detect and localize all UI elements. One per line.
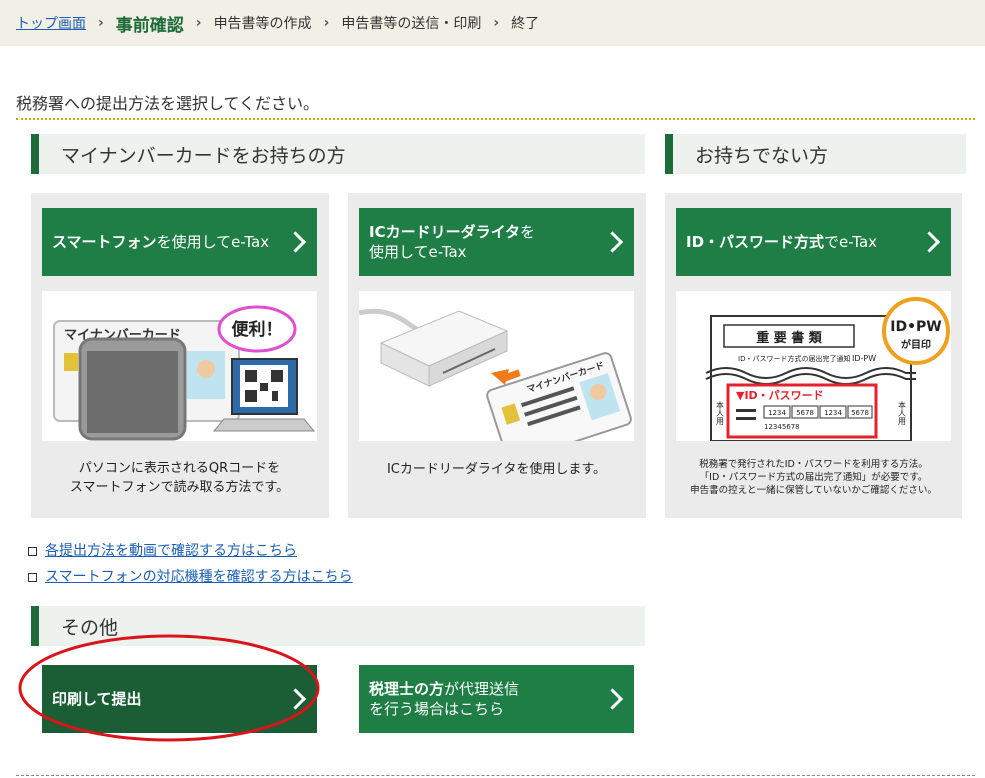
smartphone-illustration: マイナンバーカード 便利！ — [42, 291, 317, 441]
breadcrumb: トップ画面 › 事前確認 › 申告書等の作成 › 申告書等の送信・印刷 › 終了 — [0, 0, 985, 46]
breadcrumb-current: 事前確認 — [115, 15, 184, 36]
card-reader-image: マイナンバーカード — [359, 308, 632, 441]
breadcrumb-step-send: 申告書等の送信・印刷 — [341, 16, 482, 32]
breadcrumb-separator: › — [493, 15, 500, 31]
idpw-description: 税務署で発行されたID・パスワードを利用する方法。 「ID・パスワード方式の届出… — [690, 459, 937, 496]
chevron-right-icon — [601, 231, 624, 253]
button-label: ID・パスワード方式でe-Tax — [686, 233, 878, 251]
chevron-right-icon — [601, 688, 624, 710]
side-label: 本人用 — [898, 400, 907, 426]
print-submit-button[interactable]: 印刷して提出 — [42, 665, 317, 733]
pw-cell: 1234 — [768, 409, 786, 417]
window-icon — [28, 573, 37, 582]
pw-cell: 1234 — [824, 409, 842, 417]
badge-text: ID•PW — [890, 319, 941, 335]
button-label: ICカードリーダライタを 使用してe-Tax — [369, 223, 536, 261]
doc-sub: ID・パスワード方式の届出完了通知 — [738, 354, 850, 363]
pw-small-number: 12345678 — [764, 423, 800, 431]
chevron-right-icon — [284, 688, 307, 710]
pw-cell: 5678 — [851, 409, 869, 417]
bottom-divider — [16, 775, 975, 776]
idpw-illustration: 重 要 書 類 ID・パスワード方式の届出完了通知 ID-PW ▼ID・パスワー… — [676, 291, 951, 441]
tax-accountant-button[interactable]: 税理士の方が代理送信 を行う場合はこちら — [359, 665, 634, 733]
section-heading-none: お持ちでない方 — [665, 134, 966, 174]
section-heading-other: その他 — [31, 606, 645, 646]
breadcrumb-separator: › — [323, 15, 330, 31]
icreader-illustration: マイナンバーカード — [359, 291, 634, 441]
side-label: 本人用 — [716, 400, 725, 426]
smartphone-etax-button[interactable]: スマートフォンを使用してe-Tax — [42, 208, 317, 276]
doc-title: 重 要 書 類 — [756, 330, 823, 346]
breadcrumb-separator: › — [98, 15, 104, 31]
idpw-document-image: 重 要 書 類 ID・パスワード方式の届出完了通知 ID-PW ▼ID・パスワー… — [705, 297, 950, 441]
idpw-etax-button[interactable]: ID・パスワード方式でe-Tax — [676, 208, 951, 276]
pw-label: ▼ID・パスワード — [736, 389, 824, 402]
breadcrumb-step-create: 申告書等の作成 — [213, 16, 312, 32]
button-label: 税理士の方が代理送信 を行う場合はこちら — [369, 680, 520, 718]
breadcrumb-separator: › — [195, 15, 202, 31]
chevron-right-icon — [918, 231, 941, 253]
window-icon — [28, 547, 37, 556]
instruction-text: 税務署への提出方法を選択してください。 — [16, 94, 320, 113]
breadcrumb-step-end: 終了 — [511, 16, 540, 32]
link-video[interactable]: 各提出方法を動画で確認する方はこちら — [28, 540, 297, 560]
icreader-description: ICカードリーダライタを使用します。 — [386, 462, 607, 477]
button-label: 印刷して提出 — [52, 690, 142, 708]
divider — [16, 118, 975, 120]
breadcrumb-top-link[interactable]: トップ画面 — [16, 13, 86, 33]
chevron-right-icon — [284, 231, 307, 253]
bubble-text: 便利！ — [232, 319, 283, 340]
section-title: その他 — [61, 616, 119, 639]
smartphone-qr-image: マイナンバーカード 便利！ — [53, 305, 316, 441]
badge-subtext: が目印 — [901, 338, 931, 351]
section-title: マイナンバーカードをお持ちの方 — [61, 144, 346, 167]
smartphone-description: パソコンに表示されるQRコードを スマートフォンで読み取る方法です。 — [69, 461, 290, 495]
section-title: お持ちでない方 — [695, 144, 829, 167]
link-smartphone-models[interactable]: スマートフォンの対応機種を確認する方はこちら — [28, 566, 353, 586]
section-heading-mynumber: マイナンバーカードをお持ちの方 — [31, 134, 645, 174]
pw-cell: 5678 — [796, 409, 814, 417]
doc-idpw: ID-PW — [852, 354, 876, 363]
icreader-etax-button[interactable]: ICカードリーダライタを 使用してe-Tax — [359, 208, 634, 276]
button-label: スマートフォンを使用してe-Tax — [52, 233, 270, 251]
